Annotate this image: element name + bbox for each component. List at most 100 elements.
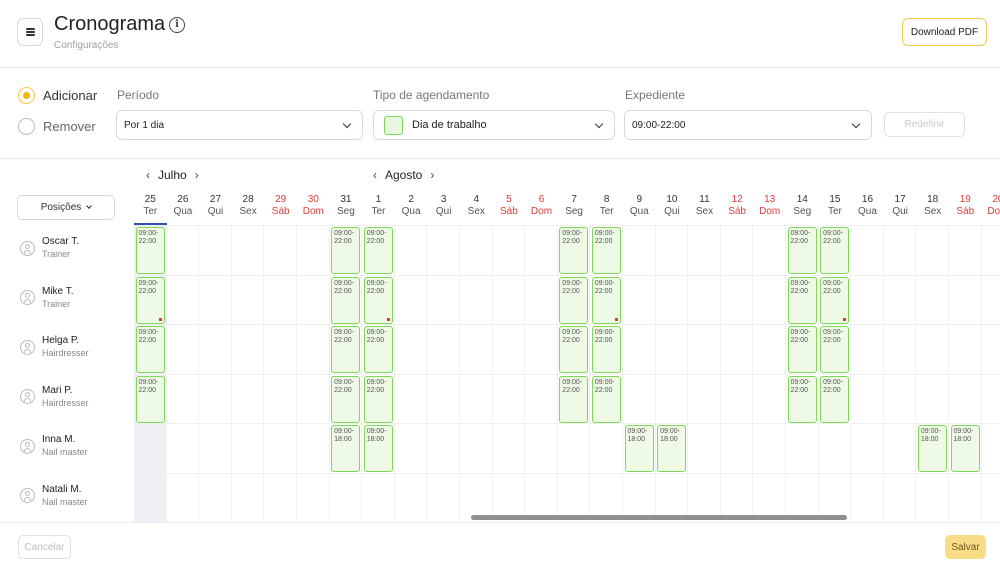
save-button[interactable]: Salvar xyxy=(945,535,986,559)
chevron-left-icon[interactable]: ‹ xyxy=(373,168,377,182)
chevron-left-icon[interactable]: ‹ xyxy=(146,168,150,182)
staff-row[interactable]: Helga P. Hairdresser xyxy=(20,335,89,359)
tipo-agendamento-select[interactable]: Dia de trabalho xyxy=(373,110,615,140)
shift-block[interactable]: 09:00- 18:00 xyxy=(950,425,980,472)
radio-adicionar[interactable]: Adicionar xyxy=(18,87,97,104)
shift-block[interactable]: 09:00- 22:00 xyxy=(787,375,817,423)
shift-time: 09:00- 22:00 xyxy=(790,279,811,295)
shift-time: 09:00- 22:00 xyxy=(366,329,387,344)
shift-block[interactable]: 09:00- 22:00 xyxy=(820,375,850,423)
shift-block[interactable]: 09:00- 22:00 xyxy=(135,227,165,274)
staff-row[interactable]: Natali M. Nail master xyxy=(20,484,88,508)
day-number: 4 xyxy=(473,194,480,205)
shift-time: 09:00- 22:00 xyxy=(594,230,615,245)
expediente-value: 09:00-22:00 xyxy=(632,119,686,131)
periodo-select[interactable]: Por 1 dia xyxy=(116,110,363,140)
shift-block[interactable]: 09:00- 18:00 xyxy=(624,425,654,472)
weekday-label: Ter xyxy=(143,206,158,217)
shift-time: 09:00- 22:00 xyxy=(334,230,354,245)
day-number: 8 xyxy=(603,194,610,205)
shift-block[interactable]: 09:00- 22:00 xyxy=(135,375,165,423)
shift-block[interactable]: 09:00- 22:00 xyxy=(591,227,621,274)
shift-block[interactable]: 09:00- 18:00 xyxy=(917,425,947,472)
day-header: 19 Sáb xyxy=(949,189,982,225)
shift-block[interactable]: 09:00- 22:00 xyxy=(135,326,165,373)
shift-block[interactable]: 09:00- 22:00 xyxy=(591,276,621,324)
chevron-right-icon[interactable]: › xyxy=(195,168,199,182)
shift-block[interactable]: 09:00- 22:00 xyxy=(591,375,621,423)
shift-block[interactable]: 09:00- 22:00 xyxy=(559,276,589,324)
filters-divider xyxy=(0,158,1000,159)
alert-marker-icon xyxy=(386,317,390,321)
breadcrumb[interactable]: Configurações xyxy=(54,40,118,51)
staff-row[interactable]: Mari P. Hairdresser xyxy=(20,385,89,409)
expediente-select[interactable]: 09:00-22:00 xyxy=(624,110,872,140)
shift-time: 09:00- 22:00 xyxy=(562,378,583,394)
shift-block[interactable]: 09:00- 22:00 xyxy=(820,326,850,373)
chevron-down-icon xyxy=(342,119,352,129)
shift-block[interactable]: 09:00- 18:00 xyxy=(331,425,361,472)
chevron-down-icon xyxy=(851,119,861,129)
shift-time: 09:00- 22:00 xyxy=(823,329,843,344)
shift-block[interactable]: 09:00- 22:00 xyxy=(363,326,393,373)
weekday-label: Qui xyxy=(892,206,908,217)
staff-row[interactable]: Inna M. Nail master xyxy=(20,434,88,458)
staff-info: Natali M. Nail master xyxy=(42,484,88,508)
day-header: 2 Qua xyxy=(395,189,428,225)
staff-name: Mike T. xyxy=(42,285,74,297)
radio-remover[interactable]: Remover xyxy=(18,118,96,135)
positions-dropdown[interactable]: Posições xyxy=(17,195,115,220)
shift-block[interactable]: 09:00- 22:00 xyxy=(591,326,621,373)
chevron-right-icon[interactable]: › xyxy=(430,168,434,182)
header-divider xyxy=(0,67,1000,68)
horizontal-scrollbar[interactable] xyxy=(471,515,847,520)
staff-row[interactable]: Oscar T. Trainer xyxy=(20,236,79,260)
staff-row[interactable]: Mike T. Trainer xyxy=(20,286,74,310)
row-divider xyxy=(134,274,1000,276)
shift-block[interactable]: 09:00- 22:00 xyxy=(559,326,589,373)
day-header: 25 Ter xyxy=(134,189,167,225)
staff-role: Nail master xyxy=(42,496,88,507)
day-number: 26 xyxy=(177,194,189,205)
shift-block[interactable]: 09:00- 18:00 xyxy=(363,425,393,472)
periodo-label: Período xyxy=(117,88,160,102)
shift-block[interactable]: 09:00- 22:00 xyxy=(820,276,850,324)
cancel-button[interactable]: Cancelar xyxy=(18,535,71,559)
shift-block[interactable]: 09:00- 22:00 xyxy=(363,375,393,423)
shift-block[interactable]: 09:00- 22:00 xyxy=(331,227,361,274)
weekday-label: Sáb xyxy=(728,206,746,217)
shift-block[interactable]: 09:00- 22:00 xyxy=(135,276,165,324)
info-icon[interactable]: i xyxy=(169,17,185,33)
shift-block[interactable]: 09:00- 22:00 xyxy=(787,276,817,324)
tipo-value: Dia de trabalho xyxy=(412,119,487,131)
shift-block[interactable]: 09:00- 22:00 xyxy=(331,326,361,373)
avatar-icon xyxy=(20,389,35,404)
weekday-label: Qui xyxy=(207,206,224,217)
shift-block[interactable]: 09:00- 22:00 xyxy=(363,227,393,274)
menu-button[interactable] xyxy=(17,18,43,46)
shift-block[interactable]: 09:00- 22:00 xyxy=(559,375,589,423)
weekday-label: Sex xyxy=(924,206,942,217)
redefinir-button[interactable]: Redefinir xyxy=(884,112,965,137)
shift-block[interactable]: 09:00- 22:00 xyxy=(820,227,850,274)
row-divider xyxy=(134,373,1000,375)
day-header: 12 Sáb xyxy=(721,189,754,225)
shift-block[interactable]: 09:00- 22:00 xyxy=(559,227,589,274)
tipo-label: Tipo de agendamento xyxy=(373,88,490,102)
day-number: 15 xyxy=(829,194,841,205)
shift-block[interactable]: 09:00- 22:00 xyxy=(331,276,361,324)
staff-name: Oscar T. xyxy=(42,236,80,247)
staff-name: Mari P. xyxy=(42,384,73,396)
day-number: 30 xyxy=(307,194,319,205)
shift-block[interactable]: 09:00- 22:00 xyxy=(787,227,817,274)
shift-block[interactable]: 09:00- 18:00 xyxy=(657,425,687,472)
day-header: 16 Qua xyxy=(851,189,884,225)
download-pdf-button[interactable]: Download PDF xyxy=(902,18,987,46)
day-number: 1 xyxy=(375,194,382,205)
avatar-icon xyxy=(20,488,35,503)
shift-block[interactable]: 09:00- 22:00 xyxy=(363,276,393,324)
month-nav-julho: ‹ Julho › xyxy=(138,168,207,182)
positions-label: Posições xyxy=(40,202,82,213)
shift-block[interactable]: 09:00- 22:00 xyxy=(787,326,817,373)
shift-block[interactable]: 09:00- 22:00 xyxy=(331,375,361,423)
